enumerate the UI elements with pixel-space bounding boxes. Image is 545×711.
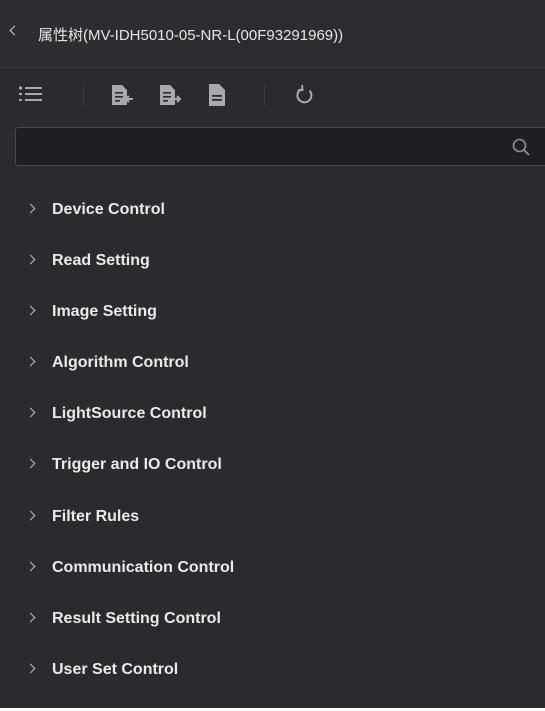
refresh-icon[interactable] — [292, 82, 318, 108]
tree-item-label: Algorithm Control — [52, 354, 189, 372]
tree-item[interactable]: Image Setting — [0, 287, 545, 338]
expand-collapse-icon[interactable] — [18, 82, 44, 108]
property-tree-panel: 属性树(MV-IDH5010-05-NR-L(00F93291969)) Dev… — [0, 0, 545, 708]
import-file-icon[interactable] — [108, 82, 134, 108]
chevron-right-icon[interactable] — [25, 459, 36, 469]
tree-item-label: Result Setting Control — [52, 609, 221, 627]
tree-item[interactable]: Trigger and IO Control — [0, 440, 545, 491]
search-input[interactable] — [24, 128, 508, 167]
tree-item[interactable]: Read Setting — [0, 236, 545, 287]
property-tree: Device Control Read Setting Image Settin… — [0, 185, 545, 696]
panel-title: 属性树(MV-IDH5010-05-NR-L(00F93291969)) — [38, 27, 344, 44]
chevron-right-icon[interactable] — [25, 510, 36, 521]
collapse-panel-icon[interactable] — [9, 25, 20, 36]
tree-item-label: Image Setting — [52, 303, 157, 321]
tree-item[interactable]: Filter Rules — [0, 492, 545, 543]
chevron-right-icon[interactable] — [25, 203, 36, 214]
search-field[interactable] — [15, 127, 545, 167]
tree-item-label: Device Control — [52, 201, 165, 218]
tree-item[interactable]: Result Setting Control — [0, 594, 545, 645]
tree-item[interactable]: User Set Control — [0, 645, 545, 696]
document-icon[interactable] — [204, 82, 230, 108]
export-file-icon[interactable] — [156, 82, 182, 108]
search-icon[interactable] — [511, 137, 531, 157]
chevron-right-icon[interactable] — [25, 407, 36, 418]
chevron-right-icon[interactable] — [25, 356, 36, 367]
tree-item-label: LightSource Control — [52, 405, 207, 423]
tree-item[interactable]: Communication Control — [0, 543, 545, 594]
tree-item[interactable]: Algorithm Control — [0, 338, 545, 389]
tree-item[interactable]: Device Control — [0, 185, 545, 236]
panel-header: 属性树(MV-IDH5010-05-NR-L(00F93291969)) — [0, 0, 545, 67]
chevron-right-icon[interactable] — [25, 612, 36, 623]
tree-item-label: Trigger and IO Control — [52, 456, 222, 474]
toolbar-separator — [264, 85, 265, 105]
chevron-right-icon[interactable] — [25, 305, 36, 316]
chevron-right-icon[interactable] — [25, 663, 36, 674]
tree-item-label: Read Setting — [52, 252, 150, 270]
tree-item[interactable]: LightSource Control — [0, 389, 545, 440]
tree-item-label: Communication Control — [52, 558, 235, 576]
toolbar — [0, 68, 545, 120]
tree-item-label: Filter Rules — [52, 507, 140, 525]
chevron-right-icon[interactable] — [25, 561, 36, 572]
chevron-right-icon[interactable] — [25, 254, 36, 265]
toolbar-separator — [83, 85, 84, 105]
tree-item-label: User Set Control — [52, 660, 179, 678]
